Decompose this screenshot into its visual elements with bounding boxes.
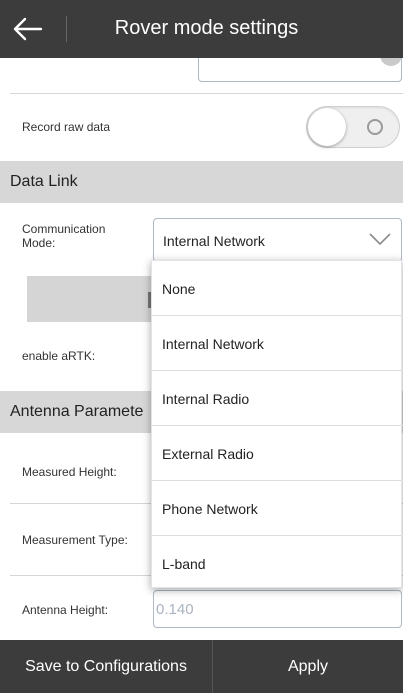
record-raw-data-toggle[interactable] (306, 106, 400, 148)
option-label: Internal Radio (162, 391, 250, 407)
communication-mode-dropdown: None Internal Network Internal Radio Ext… (151, 260, 403, 591)
measurement-type-label: Measurement Type: (22, 533, 128, 547)
toggle-knob (308, 108, 346, 146)
dropdown-option-none[interactable]: None (152, 261, 403, 316)
toggle-off-icon (367, 119, 383, 135)
communication-mode-value: Internal Network (163, 233, 265, 249)
data-link-title: Data Link (10, 173, 78, 190)
antenna-section-title: Antenna Paramete (10, 403, 144, 420)
partial-input-field[interactable] (198, 58, 402, 82)
apply-button[interactable]: Apply (213, 640, 403, 693)
option-label: External Radio (162, 446, 254, 462)
option-label: None (162, 281, 196, 297)
dropdown-option-internal-network[interactable]: Internal Network (152, 316, 403, 371)
chevron-down-icon (369, 233, 391, 246)
option-label: L-band (162, 556, 206, 572)
communication-mode-select[interactable]: Internal Network (153, 218, 402, 262)
title-bar: Rover mode settings (0, 0, 403, 58)
antenna-height-input[interactable]: 0.140 (153, 590, 402, 628)
communication-mode-label: Communication Mode: (22, 222, 106, 250)
dropdown-option-l-band[interactable]: L-band (152, 536, 403, 591)
antenna-height-value: 0.140 (156, 601, 194, 618)
save-to-configurations-button[interactable]: Save to Configurations (0, 640, 212, 693)
antenna-height-label: Antenna Height: (22, 603, 109, 617)
data-link-section-header: Data Link (0, 161, 403, 203)
option-label: Phone Network (162, 501, 258, 517)
dropdown-option-phone-network[interactable]: Phone Network (152, 481, 403, 536)
measured-height-label: Measured Height: (22, 465, 117, 479)
option-label: Internal Network (162, 336, 264, 352)
page-title: Rover mode settings (114, 17, 299, 39)
row-divider (10, 93, 403, 94)
bottom-action-bar: Save to Configurations Apply (0, 640, 403, 693)
dropdown-option-external-radio[interactable]: External Radio (152, 426, 403, 481)
record-raw-data-label: Record raw data (22, 120, 111, 134)
settings-button[interactable] (27, 276, 153, 322)
dropdown-option-internal-radio[interactable]: Internal Radio (152, 371, 403, 426)
enable-artk-label: enable aRTK: (22, 349, 96, 363)
